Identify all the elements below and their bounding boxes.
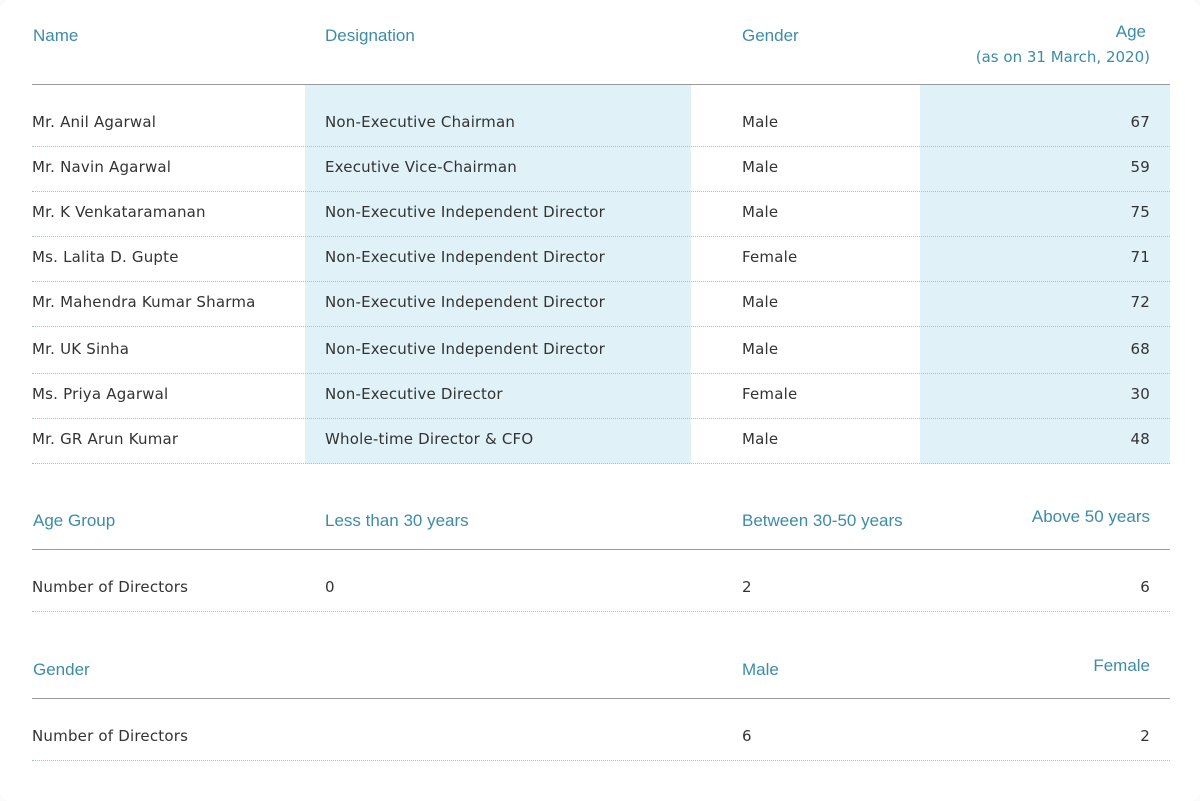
director-row-3-gender: Male <box>742 203 779 221</box>
header-designation: Designation <box>325 26 415 45</box>
header-male: Male <box>742 660 779 679</box>
header-rule <box>32 698 1170 699</box>
header-gender-group: Gender <box>33 660 90 679</box>
row-divider <box>32 611 1170 612</box>
age-group-above-50-value: 6 <box>1140 578 1150 596</box>
row-divider <box>32 463 1170 464</box>
header-gender: Gender <box>742 26 799 45</box>
header-between-30-50: Between 30-50 years <box>742 511 903 530</box>
director-row-1-age: 67 <box>1130 113 1150 131</box>
designation-column-shade <box>305 85 691 464</box>
director-row-1-name: Mr. Anil Agarwal <box>32 113 157 131</box>
row-divider <box>32 373 1170 374</box>
director-row-5-designation: Non-Executive Independent Director <box>325 293 606 311</box>
header-above-50: Above 50 years <box>1031 507 1150 526</box>
row-divider <box>32 191 1170 192</box>
director-row-7-designation: Non-Executive Director <box>325 385 503 403</box>
director-row-1-gender: Male <box>742 113 779 131</box>
director-row-6-name: Mr. UK Sinha <box>32 340 130 358</box>
gender-male-value: 6 <box>742 727 752 745</box>
director-row-2-gender: Male <box>742 158 779 176</box>
header-female: Female <box>1093 656 1150 675</box>
row-divider <box>32 281 1170 282</box>
director-row-2-name: Mr. Navin Agarwal <box>32 158 172 176</box>
director-row-1-designation: Non-Executive Chairman <box>325 113 516 131</box>
header-rule <box>32 549 1170 550</box>
director-row-8-designation: Whole-time Director & CFO <box>325 430 534 448</box>
director-row-4-name: Ms. Lalita D. Gupte <box>32 248 179 266</box>
header-age-note: (as on 31 March, 2020) <box>975 48 1150 66</box>
director-row-2-age: 59 <box>1130 158 1150 176</box>
director-row-3-designation: Non-Executive Independent Director <box>325 203 606 221</box>
director-row-5-age: 72 <box>1130 293 1150 311</box>
director-row-2-designation: Executive Vice-Chairman <box>325 158 517 176</box>
row-divider <box>32 418 1170 419</box>
director-row-4-gender: Female <box>742 248 798 266</box>
header-name: Name <box>33 26 79 45</box>
age-group-row-label: Number of Directors <box>32 578 189 596</box>
director-row-6-age: 68 <box>1130 340 1150 358</box>
director-row-6-gender: Male <box>742 340 779 358</box>
gender-row-label: Number of Directors <box>32 727 189 745</box>
gender-female-value: 2 <box>1140 727 1150 745</box>
director-row-8-age: 48 <box>1130 430 1150 448</box>
age-group-30-50-value: 2 <box>742 578 752 596</box>
director-row-5-name: Mr. Mahendra Kumar Sharma <box>32 293 256 311</box>
director-row-4-age: 71 <box>1130 248 1150 266</box>
director-row-3-name: Mr. K Venkataramanan <box>32 203 206 221</box>
row-divider <box>32 146 1170 147</box>
director-row-7-name: Ms. Priya Agarwal <box>32 385 169 403</box>
row-divider <box>32 326 1170 327</box>
age-group-less-than-30-value: 0 <box>325 578 335 596</box>
header-rule <box>32 84 1170 85</box>
director-row-4-designation: Non-Executive Independent Director <box>325 248 606 266</box>
director-row-7-age: 30 <box>1130 385 1150 403</box>
board-composition-card: Name Designation Gender Age (as on 31 Ma… <box>0 0 1200 801</box>
director-row-5-gender: Male <box>742 293 779 311</box>
director-row-7-gender: Female <box>742 385 798 403</box>
director-row-8-gender: Male <box>742 430 779 448</box>
header-age-group: Age Group <box>33 511 116 530</box>
director-row-6-designation: Non-Executive Independent Director <box>325 340 606 358</box>
director-row-8-name: Mr. GR Arun Kumar <box>32 430 179 448</box>
director-row-3-age: 75 <box>1130 203 1150 221</box>
age-column-shade <box>920 85 1170 464</box>
header-less-than-30: Less than 30 years <box>325 511 469 530</box>
header-age: Age <box>1115 22 1146 41</box>
row-divider <box>32 760 1170 761</box>
row-divider <box>32 236 1170 237</box>
